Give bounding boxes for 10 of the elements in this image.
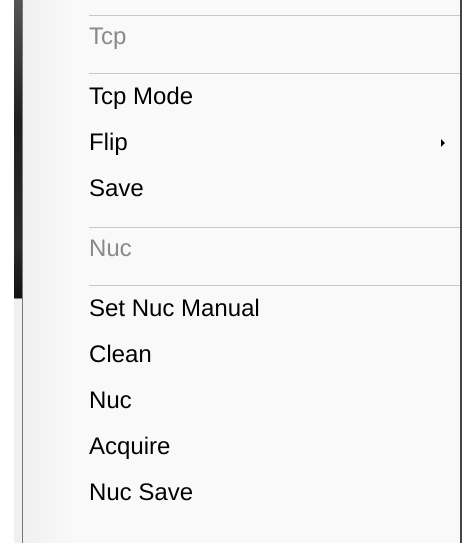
menu-item[interactable]: Nuc Save xyxy=(23,470,460,516)
section-heading: Tcp xyxy=(89,23,128,51)
menu-item[interactable]: Acquire xyxy=(23,424,460,470)
menu-item[interactable]: Flip xyxy=(23,120,460,166)
menu-item[interactable]: Save xyxy=(23,166,460,212)
section-heading: Nuc xyxy=(89,235,133,263)
menu-item[interactable]: Tcp Mode xyxy=(23,74,460,120)
menu-item[interactable]: Clean xyxy=(23,332,460,378)
menu-item[interactable]: Set Nuc Manual xyxy=(23,286,460,332)
menu-item[interactable]: Nuc xyxy=(23,378,460,424)
